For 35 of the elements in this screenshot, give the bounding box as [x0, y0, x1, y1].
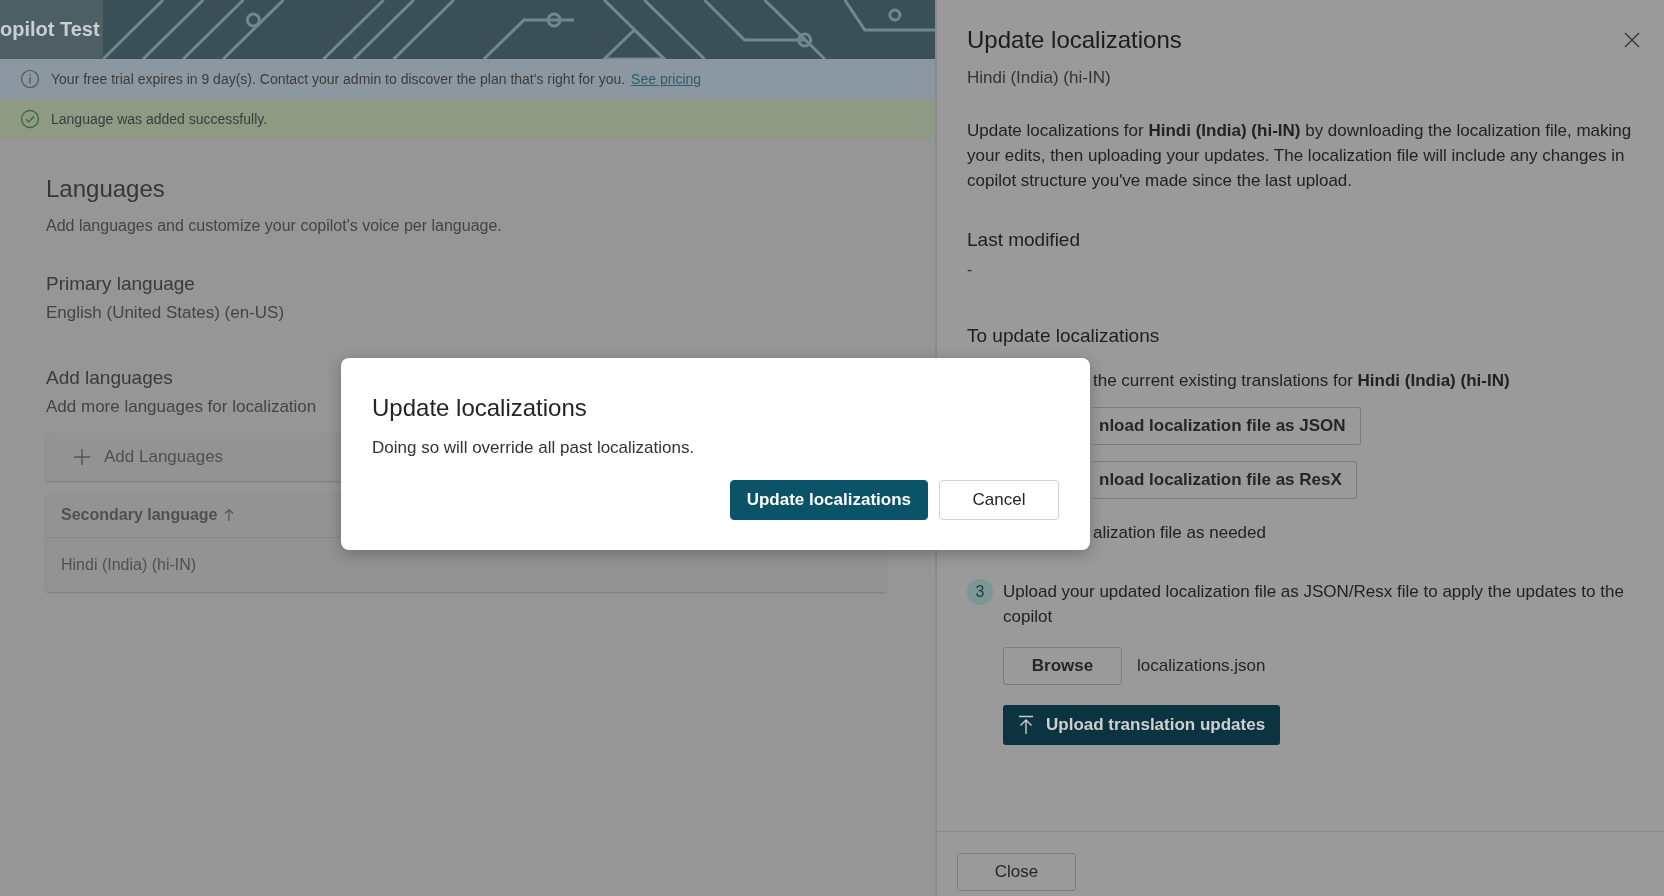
close-button[interactable]: Close	[957, 853, 1076, 891]
file-name: localizations.json	[1137, 656, 1266, 676]
cancel-button[interactable]: Cancel	[939, 480, 1059, 520]
table-cell: Hindi (India) (hi-IN)	[61, 556, 197, 574]
info-icon	[20, 69, 40, 89]
intro-paragraph: Update localizations for Hindi (India) (hi-IN) by downloading the localization file, making your edits, then uploading your updates. The localization file will include any changes in copilot structure you've made since the last upload.	[967, 120, 1632, 192]
primary-language-value: English (United States) (en-US)	[46, 303, 285, 323]
dialog-message: Doing so will override all past localizations.	[372, 438, 695, 458]
section-label: To update localizations	[967, 325, 1160, 347]
section-label: Primary language	[46, 273, 195, 295]
notification-text: Your free trial expires in 9 day(s). Contact your admin to discover the plan that's right for you.	[51, 71, 626, 87]
page-title: Languages	[46, 175, 165, 203]
browse-button[interactable]: Browse	[1003, 647, 1122, 685]
plus-icon	[72, 447, 92, 467]
download-button[interactable]: nload localization file as JSON	[1093, 407, 1361, 445]
notification-text: Language was added successfully.	[51, 111, 268, 127]
app-title: opilot Test	[0, 0, 103, 59]
panel-title: Update localizations	[967, 26, 1182, 54]
upload-button[interactable]: Upload translation updates	[1003, 705, 1281, 745]
section-label: Last modified	[967, 229, 1080, 251]
checkmark-circle-icon	[20, 109, 40, 129]
close-icon[interactable]	[1624, 32, 1640, 48]
update-localizations-button[interactable]: Update localizations	[729, 480, 928, 520]
step-number: 3	[967, 579, 993, 605]
step-text: Upload your updated localization file as JSON/Resx file to apply the updates to the copilot	[1003, 581, 1625, 628]
section-label: Add languages	[46, 367, 173, 389]
last-modified-value: -	[967, 261, 973, 279]
page-description: Add languages and customize your copilot's voice per language.	[46, 217, 502, 235]
section-description: Add more languages for localization	[46, 397, 317, 417]
download-button[interactable]: nload localization file as ResX	[1093, 461, 1357, 499]
panel-subtitle: Hindi (India) (hi-IN)	[967, 68, 1111, 88]
step-text: alization file as needed	[1093, 523, 1266, 543]
dialog-title: Update localizations	[372, 394, 587, 422]
upload-icon	[1018, 715, 1034, 735]
step-text: the current existing translations for Hindi (India) (hi-IN)	[1093, 371, 1510, 391]
